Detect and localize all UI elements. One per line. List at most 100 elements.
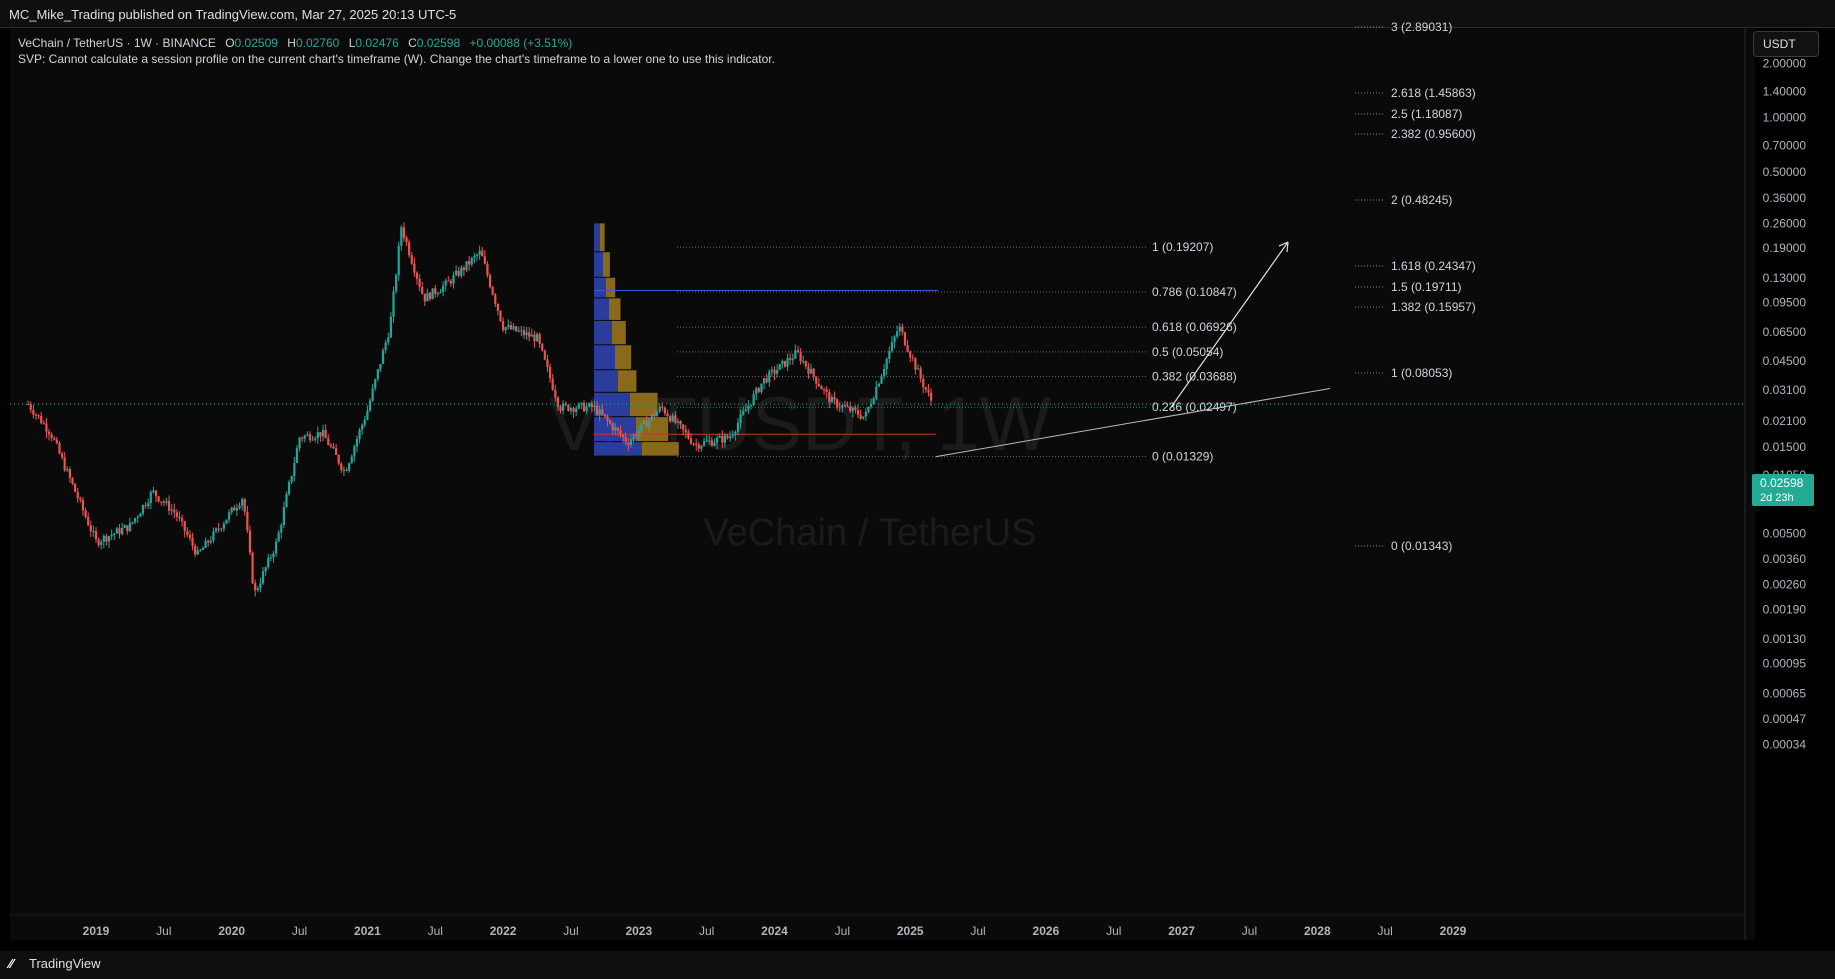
x-tick-label: Jul xyxy=(428,924,443,938)
candle-body xyxy=(120,528,124,535)
candle-body xyxy=(682,424,685,430)
candle-body xyxy=(71,477,74,484)
y-tick-label: 0.36000 xyxy=(1763,191,1807,205)
candle-body xyxy=(149,492,152,504)
candle-body xyxy=(277,532,280,542)
candle-body xyxy=(144,505,147,507)
candle-body xyxy=(410,255,413,264)
candle-body xyxy=(794,350,797,359)
candle-body xyxy=(554,389,557,398)
candle-body xyxy=(488,275,492,287)
candle-body xyxy=(288,481,291,495)
fib-retracement-label: 0.382 (0.03688) xyxy=(1152,370,1237,384)
candle-body xyxy=(233,507,236,511)
candle-body xyxy=(306,434,309,436)
candle-body xyxy=(614,427,617,431)
candle-body xyxy=(225,519,228,524)
volume-profile-bar xyxy=(594,442,642,456)
candle-body xyxy=(494,294,497,304)
candle-body xyxy=(590,403,593,408)
candle-body xyxy=(760,383,763,393)
candle-body xyxy=(778,363,781,370)
candle-body xyxy=(789,358,792,360)
candle-body xyxy=(186,531,189,535)
candle-body xyxy=(126,525,129,532)
candle-body xyxy=(744,409,747,412)
x-tick-label: 2020 xyxy=(218,924,245,938)
candle-body xyxy=(838,407,841,409)
candle-body xyxy=(893,336,896,342)
tradingview-logo[interactable]: ⁄⁄ TradingView xyxy=(9,956,101,971)
candle-body xyxy=(468,261,471,265)
candle-body xyxy=(295,448,299,463)
y-tick-label: 1.40000 xyxy=(1763,84,1807,98)
price-chart[interactable]: VETUSDT, 1WVeChain / TetherUS 1 (0.19207… xyxy=(0,0,1835,979)
currency-button[interactable]: USDT xyxy=(1753,31,1819,57)
candle-body xyxy=(94,531,98,540)
x-tick-label: Jul xyxy=(970,924,985,938)
candle-body xyxy=(282,507,285,526)
candle-body xyxy=(139,513,142,517)
symbol-title[interactable]: VeChain / TetherUS · 1W · BINANCE xyxy=(18,36,216,50)
candle-body xyxy=(165,500,168,503)
candle-body xyxy=(426,292,429,302)
fib-retracement-label: 0.5 (0.05054) xyxy=(1152,345,1223,359)
candle-body xyxy=(152,490,155,493)
candle-body xyxy=(462,267,466,271)
y-tick-label: 1.00000 xyxy=(1763,111,1807,125)
candle-body xyxy=(770,369,773,372)
candle-body xyxy=(692,443,695,445)
fib-extension-label: 2 (0.48245) xyxy=(1391,193,1452,207)
candle-body xyxy=(32,409,35,415)
candle-body xyxy=(79,498,82,500)
candle-body xyxy=(486,263,489,276)
candle-body xyxy=(170,509,173,511)
candle-body xyxy=(575,408,578,412)
candle-body xyxy=(710,440,713,446)
candle-body xyxy=(708,440,711,442)
candle-body xyxy=(154,490,158,497)
candle-body xyxy=(358,429,361,439)
y-tick-label: 0.00065 xyxy=(1763,686,1807,700)
candle-body xyxy=(308,434,312,441)
y-tick-label: 0.00190 xyxy=(1763,602,1807,616)
candle-body xyxy=(285,494,288,508)
candle-body xyxy=(548,366,552,379)
candle-body xyxy=(919,368,922,379)
candle-body xyxy=(883,368,886,376)
candle-body xyxy=(405,237,408,243)
candle-body xyxy=(567,404,570,411)
candle-body xyxy=(885,358,888,369)
candle-body xyxy=(246,511,249,531)
candle-body xyxy=(191,537,194,546)
candle-body xyxy=(455,270,458,276)
candle-body xyxy=(235,507,239,511)
last-price-badge: 0.02598 2d 23h xyxy=(1752,474,1814,506)
candle-body xyxy=(851,407,854,412)
candle-body xyxy=(736,423,740,432)
candle-body xyxy=(162,501,165,503)
y-tick-label: 0.50000 xyxy=(1763,165,1807,179)
y-tick-label: 0.70000 xyxy=(1763,139,1807,153)
y-tick-label: 0.00034 xyxy=(1763,737,1807,751)
candle-body xyxy=(160,501,163,503)
candle-body xyxy=(502,320,505,331)
change-value: +0.00088 (+3.51%) xyxy=(469,36,573,50)
candle-body xyxy=(131,522,134,524)
candle-body xyxy=(697,444,700,449)
candle-body xyxy=(849,406,852,412)
candle-body xyxy=(642,420,646,424)
candle-body xyxy=(645,420,648,428)
fib-extension-label: 1.5 (0.19711) xyxy=(1391,280,1462,294)
candle-body xyxy=(822,389,826,391)
candle-body xyxy=(439,291,442,294)
candle-body xyxy=(483,256,486,264)
candle-body xyxy=(846,406,849,408)
candle-body xyxy=(812,368,815,377)
candle-body xyxy=(188,534,192,538)
tradingview-logo-icon: ⁄⁄ xyxy=(9,956,14,971)
candle-body xyxy=(475,254,479,257)
candle-body xyxy=(473,256,476,258)
candle-body xyxy=(40,415,43,424)
candle-body xyxy=(254,583,257,591)
